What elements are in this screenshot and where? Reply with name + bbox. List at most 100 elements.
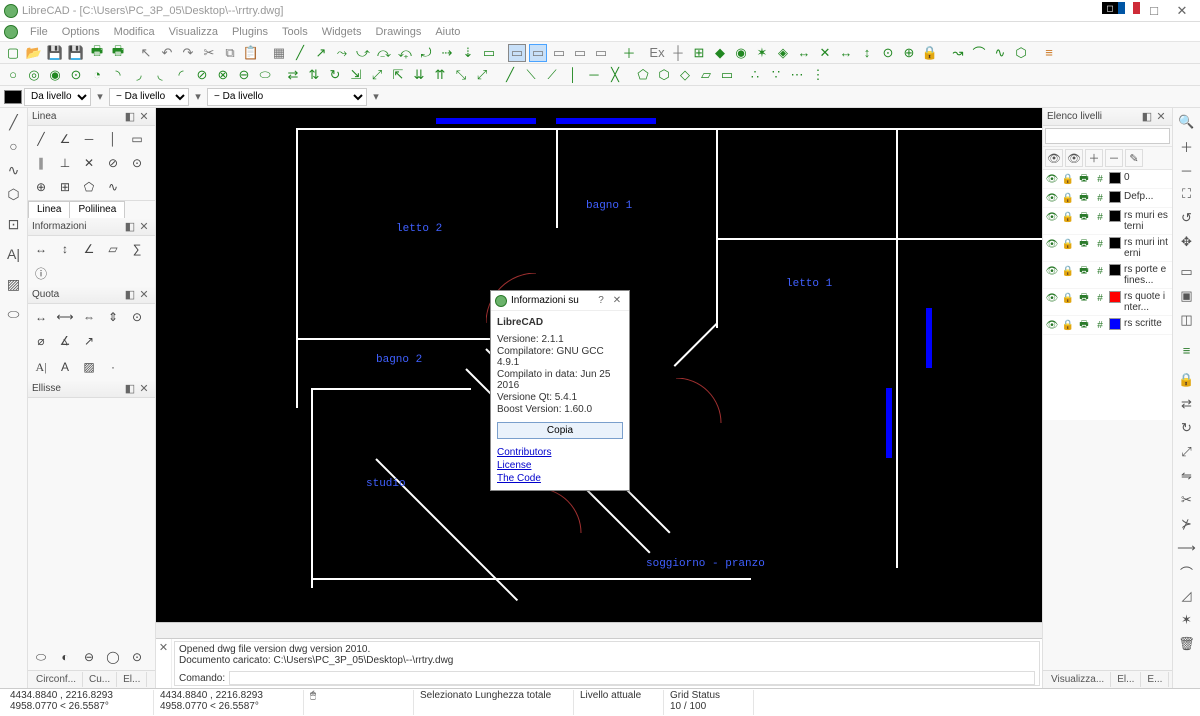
vcurve-icon[interactable]: ∿ <box>3 159 25 181</box>
print-icon[interactable]: 🖶 <box>1077 210 1091 224</box>
tan-1-icon[interactable]: ⊘ <box>193 66 211 84</box>
rv-zoomall-icon[interactable]: ⛶ <box>1176 183 1198 205</box>
eye-icon[interactable]: 👁 <box>1045 318 1059 332</box>
zoom-win1-icon[interactable]: ▭ <box>508 44 526 62</box>
construct-icon[interactable]: # <box>1093 237 1107 251</box>
line-par-icon[interactable]: ∥ <box>30 152 52 174</box>
lock-icon[interactable]: 🔒 <box>1061 264 1075 278</box>
rv-sel3-icon[interactable]: ◫ <box>1176 309 1198 331</box>
pointer-icon[interactable]: ↖ <box>137 44 155 62</box>
el-4pt-icon[interactable]: ◯ <box>102 646 124 668</box>
dialog-help-button[interactable]: ? <box>593 295 609 306</box>
lock-icon[interactable]: 🔒 <box>1061 291 1075 305</box>
mod-2-icon[interactable]: ⇅ <box>305 66 323 84</box>
line-angle-icon[interactable]: ∠ <box>54 128 76 150</box>
tool-d-icon[interactable]: ⤼ <box>375 44 393 62</box>
save-icon[interactable]: 💾 <box>46 44 64 62</box>
line-f-icon[interactable]: ╳ <box>606 66 624 84</box>
arc-icon[interactable]: ⌒ <box>970 44 988 62</box>
vtext-a-icon[interactable]: A| <box>3 243 25 265</box>
rv-chamfer-icon[interactable]: ◿ <box>1176 585 1198 607</box>
line-perp-icon[interactable]: ⊥ <box>54 152 76 174</box>
undo-icon[interactable]: ↶ <box>158 44 176 62</box>
rv-extend-icon[interactable]: ⟶ <box>1176 537 1198 559</box>
eye-icon[interactable]: 👁 <box>1045 237 1059 251</box>
zoom-win2-icon[interactable]: ▭ <box>529 44 547 62</box>
panel-linea-header[interactable]: Linea◧✕ <box>28 108 155 126</box>
dim-hor-icon[interactable]: ⇔ <box>78 306 100 328</box>
more-1-icon[interactable]: ∴ <box>746 66 764 84</box>
dialog-copy-button[interactable]: Copia <box>497 422 623 439</box>
layer-row[interactable]: 👁🔒🖶#rs scritte <box>1043 316 1172 335</box>
snap-mid-icon[interactable]: ◈ <box>774 44 792 62</box>
rv-mirror-icon[interactable]: ⇋ <box>1176 465 1198 487</box>
rv-zoomprev-icon[interactable]: ↺ <box>1176 207 1198 229</box>
dropdown-icon[interactable]: ▾ <box>369 90 383 103</box>
print-icon[interactable]: 🖶 <box>1077 264 1091 278</box>
restr-o-icon[interactable]: ⊙ <box>879 44 897 62</box>
rel-zero-icon[interactable]: ⊕ <box>900 44 918 62</box>
dim-align-icon[interactable]: ↔ <box>30 306 52 328</box>
tab-polilinea[interactable]: Polilinea <box>69 201 125 218</box>
circle-5-icon[interactable]: ◔ <box>88 66 106 84</box>
tool-i-icon[interactable]: ▭ <box>480 44 498 62</box>
snap-center-icon[interactable]: ✶ <box>753 44 771 62</box>
lock-icon[interactable]: 🔒 <box>1061 172 1075 186</box>
print-preview-icon[interactable]: 🖶 <box>109 44 127 62</box>
rv-sel1-icon[interactable]: ▭ <box>1176 261 1198 283</box>
poly-close-icon[interactable]: ⬡ <box>1012 44 1030 62</box>
linewidth-select[interactable]: − Da livello <box>109 88 189 106</box>
el-foc-icon[interactable]: ⊖ <box>78 646 100 668</box>
mtext-icon[interactable]: A <box>54 356 76 378</box>
line-orth-icon[interactable]: ⊕ <box>30 176 52 198</box>
rv-sel2-icon[interactable]: ▣ <box>1176 285 1198 307</box>
snap-dist-icon[interactable]: ↔ <box>795 44 813 62</box>
layer-edit-icon[interactable]: ✎ <box>1125 149 1143 167</box>
tool-b-icon[interactable]: ⤳ <box>333 44 351 62</box>
lock-icon[interactable]: 🔒 <box>1061 191 1075 205</box>
layer-row[interactable]: 👁🔒🖶#rs quote inter... <box>1043 289 1172 316</box>
layer-filter-input[interactable] <box>1045 128 1170 144</box>
right-sep-icon[interactable]: ≡ <box>1040 44 1058 62</box>
poly-3-icon[interactable]: ◇ <box>676 66 694 84</box>
print-icon[interactable]: 🖶 <box>1077 191 1091 205</box>
layer-row[interactable]: 👁🔒🖶#0 <box>1043 170 1172 189</box>
layer-row[interactable]: 👁🔒🖶#Defp... <box>1043 189 1172 208</box>
mod-7-icon[interactable]: ⇊ <box>410 66 428 84</box>
poly-4-icon[interactable]: ▱ <box>697 66 715 84</box>
rv-explode-icon[interactable]: ✶ <box>1176 609 1198 631</box>
mod-6-icon[interactable]: ⇱ <box>389 66 407 84</box>
menu-tools[interactable]: Tools <box>276 24 314 40</box>
command-close-icon[interactable]: ✕ <box>156 639 172 688</box>
vmeas-icon[interactable]: ⊡ <box>3 213 25 235</box>
copy-icon[interactable]: ⧉ <box>221 44 239 62</box>
color-select[interactable]: Da livello <box>24 88 91 106</box>
mod-10-icon[interactable]: ⤢ <box>473 66 491 84</box>
command-input[interactable] <box>229 671 1035 685</box>
construct-icon[interactable]: # <box>1093 191 1107 205</box>
tool-a-icon[interactable]: ↗ <box>312 44 330 62</box>
line-free-icon[interactable]: ∿ <box>102 176 124 198</box>
line-rel-icon[interactable]: ⊞ <box>54 176 76 198</box>
eye-icon[interactable]: 👁 <box>1045 264 1059 278</box>
menu-plugins[interactable]: Plugins <box>226 24 274 40</box>
dropdown-icon[interactable]: ▾ <box>191 90 205 103</box>
zoom-win3-icon[interactable]: ▭ <box>550 44 568 62</box>
line-a-icon[interactable]: ╱ <box>501 66 519 84</box>
tool-e-icon[interactable]: ⤽ <box>396 44 414 62</box>
mod-1-icon[interactable]: ⇄ <box>284 66 302 84</box>
info-total-icon[interactable]: ∑ <box>126 238 148 260</box>
point-icon[interactable]: · <box>102 356 124 378</box>
print-icon[interactable]: 🖶 <box>1077 237 1091 251</box>
info-dist2-icon[interactable]: ↕ <box>54 238 76 260</box>
hatch-icon[interactable]: ▨ <box>78 356 100 378</box>
line-c-icon[interactable]: ⟋ <box>543 66 561 84</box>
arc-3-icon[interactable]: ◟ <box>151 66 169 84</box>
new-icon[interactable]: ▢ <box>4 44 22 62</box>
dim-dia-icon[interactable]: ⌀ <box>30 330 52 352</box>
saveas-icon[interactable]: 💾 <box>67 44 85 62</box>
dim-ver-icon[interactable]: ⇕ <box>102 306 124 328</box>
canvas-scrollbar-h[interactable] <box>156 622 1042 638</box>
add-icon[interactable]: ＋ <box>620 44 638 62</box>
tool-c-icon[interactable]: ⤻ <box>354 44 372 62</box>
